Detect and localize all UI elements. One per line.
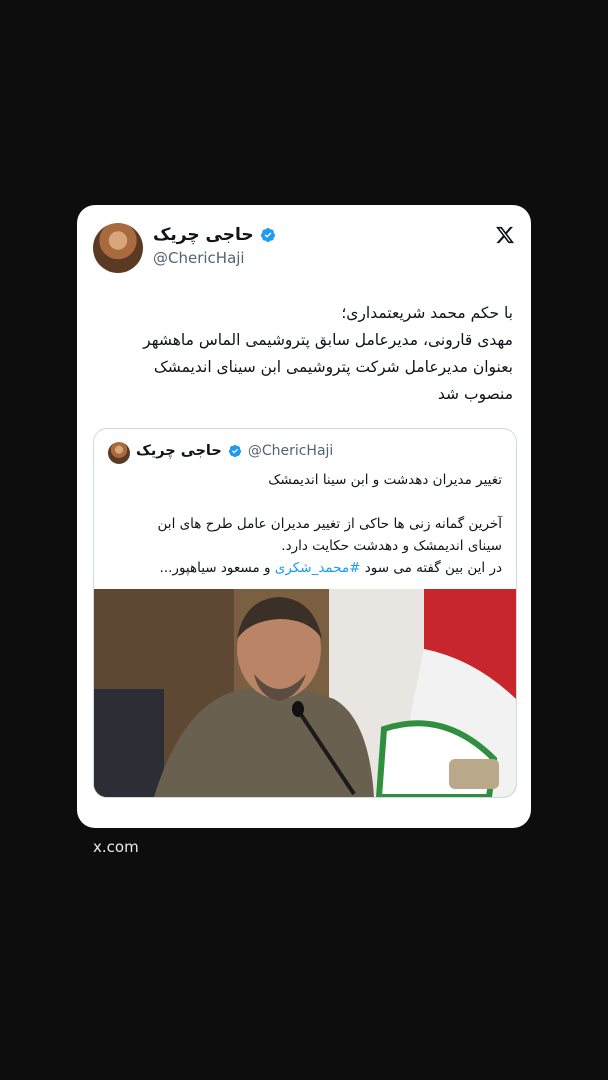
verified-badge-icon bbox=[260, 228, 275, 242]
tweet-line: بعنوان مدیرعامل شرکت پتروشیمی ابن سینای … bbox=[153, 358, 513, 376]
quoted-title: تغییر مدیران دهدشت و ابن سینا اندیمشک bbox=[268, 472, 502, 488]
quoted-author-name[interactable]: حاجی چریک bbox=[136, 443, 222, 459]
quoted-tweet[interactable]: حاجی چریک @ChericHaji تغییر مدیران دهدشت… bbox=[93, 428, 517, 798]
hashtag-link[interactable]: #محمد_شکری bbox=[275, 560, 361, 576]
quoted-line-suffix: و مسعود سیاهپور... bbox=[159, 560, 275, 576]
verified-badge-icon bbox=[228, 444, 241, 458]
photo-man-speaking-at-microphone bbox=[94, 589, 516, 797]
tweet-line: منصوب شد bbox=[437, 385, 513, 403]
author-handle[interactable]: @ChericHaji bbox=[153, 249, 276, 267]
quoted-line: آخرین گمانه زنی ها حاکی از تغییر مدیران … bbox=[157, 516, 502, 532]
source-label: x.com bbox=[93, 838, 139, 856]
quoted-line: در این بین گفته می سود #محمد_شکری و مسعو… bbox=[102, 557, 502, 579]
author-name[interactable]: حاجی چریک bbox=[153, 225, 254, 245]
quoted-line: سینای اندیمشک و دهدشت حکایت دارد. bbox=[281, 538, 502, 554]
tweet-card[interactable]: حاجی چریک @ChericHaji با حکم محمد شریعتم… bbox=[77, 205, 531, 828]
quoted-tweet-photo[interactable] bbox=[94, 589, 516, 797]
quoted-author-handle[interactable]: @ChericHaji bbox=[248, 443, 334, 459]
tweet-header: حاجی چریک @ChericHaji bbox=[93, 223, 515, 275]
quoted-tweet-body: تغییر مدیران دهدشت و ابن سینا اندیمشک آخ… bbox=[102, 469, 502, 579]
author-avatar[interactable] bbox=[93, 223, 143, 273]
x-logo-icon[interactable] bbox=[495, 225, 515, 245]
tweet-body: با حکم محمد شریعتمداری؛ مهدی قارونی، مدی… bbox=[93, 300, 513, 408]
tweet-line: مهدی قارونی، مدیرعامل سابق پتروشیمی الما… bbox=[143, 331, 513, 349]
quoted-author-avatar[interactable] bbox=[108, 442, 130, 464]
quoted-tweet-header: حاجی چریک @ChericHaji bbox=[94, 441, 516, 465]
author-info: حاجی چریک @ChericHaji bbox=[153, 225, 276, 267]
tweet-line: با حکم محمد شریعتمداری؛ bbox=[341, 304, 513, 322]
quoted-line-prefix: در این بین گفته می سود bbox=[360, 560, 502, 576]
